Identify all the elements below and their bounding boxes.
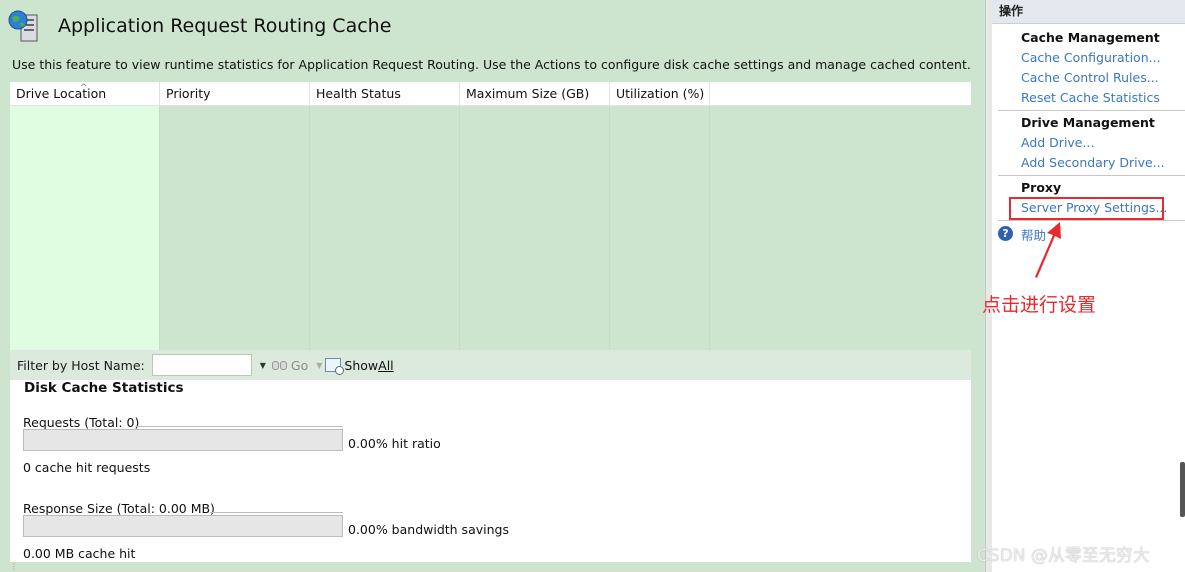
actions-header: 操作 <box>992 0 1185 24</box>
column-header-maximum-size[interactable]: Maximum Size (GB) <box>460 82 610 106</box>
hit-ratio-bar <box>23 429 343 451</box>
sort-ascending-icon: ^ <box>80 83 88 93</box>
annotation-highlight-box <box>1009 197 1164 220</box>
host-name-filter-input[interactable] <box>151 354 252 376</box>
stats-title: Disk Cache Statistics <box>24 380 184 396</box>
server-globe-icon <box>8 9 42 43</box>
annotation-arrow-icon <box>1035 222 1061 278</box>
column-header-priority[interactable]: Priority <box>160 82 310 106</box>
cache-hit-requests-text: 0 cache hit requests <box>23 460 151 475</box>
action-cache-configuration[interactable]: Cache Configuration... <box>1021 50 1161 65</box>
actions-pane: 操作 Cache Management Cache Configuration.… <box>992 0 1185 572</box>
column-header-health-status[interactable]: Health Status <box>310 82 460 106</box>
selected-column-body <box>10 106 160 350</box>
grid-body[interactable] <box>10 106 971 350</box>
show-all-label-accel: All <box>378 357 394 373</box>
filter-label: Filter by Host Name: <box>17 357 145 373</box>
main-pane: Application Request Routing Cache Use th… <box>0 0 985 572</box>
watermark: CSDN @从零至无穷大 <box>977 546 1150 566</box>
group-title-proxy: Proxy <box>1021 180 1062 195</box>
column-body-filler <box>710 106 971 350</box>
page-description: Use this feature to view runtime statist… <box>12 57 971 72</box>
resize-grip-icon[interactable]: ⋮ <box>10 562 18 571</box>
go-button[interactable]: Go <box>271 357 309 373</box>
disk-cache-statistics-panel: Disk Cache Statistics Requests (Total: 0… <box>10 380 971 562</box>
group-title-drive-management: Drive Management <box>1021 115 1155 130</box>
mb-cache-hit-text: 0.00 MB cache hit <box>23 546 136 561</box>
go-label: Go <box>290 357 309 373</box>
action-add-secondary-drive[interactable]: Add Secondary Drive... <box>1021 155 1165 170</box>
page-title: Application Request Routing Cache <box>58 15 392 37</box>
column-body <box>460 106 610 350</box>
binoculars-icon <box>271 358 288 372</box>
bandwidth-savings-bar <box>23 515 343 537</box>
filter-bar: Filter by Host Name: ▼ Go ▼ Show All <box>10 350 971 380</box>
show-all-icon <box>325 358 345 375</box>
column-body <box>160 106 310 350</box>
requests-label: Requests (Total: 0) <box>23 415 140 430</box>
action-reset-cache-statistics[interactable]: Reset Cache Statistics <box>1021 90 1160 105</box>
action-add-drive[interactable]: Add Drive... <box>1021 135 1094 150</box>
go-dropdown-arrow-icon[interactable]: ▼ <box>316 361 322 370</box>
separator-line <box>210 512 343 513</box>
group-title-cache-management: Cache Management <box>1021 30 1160 45</box>
grid-header: ^ Drive Location Priority Health Status … <box>10 82 971 106</box>
scrollbar-thumb[interactable] <box>1180 462 1185 517</box>
pane-splitter[interactable] <box>985 0 992 572</box>
column-header-drive-location[interactable]: ^ Drive Location <box>10 82 160 106</box>
help-icon[interactable]: ? <box>998 226 1013 241</box>
bottom-strip <box>10 562 971 572</box>
response-size-label: Response Size (Total: 0.00 MB) <box>23 501 215 516</box>
column-header-filler <box>710 82 971 106</box>
separator-line <box>135 426 343 427</box>
title-row: Application Request Routing Cache <box>8 8 391 44</box>
filter-dropdown-arrow-icon[interactable]: ▼ <box>260 361 266 370</box>
drive-grid[interactable]: ^ Drive Location Priority Health Status … <box>10 82 971 350</box>
hit-ratio-text: 0.00% hit ratio <box>348 436 441 451</box>
bandwidth-savings-text: 0.00% bandwidth savings <box>348 522 509 537</box>
show-all-label-prefix: Show <box>344 357 379 373</box>
column-header-utilization[interactable]: Utilization (%) <box>610 82 710 106</box>
column-body <box>610 106 710 350</box>
annotation-text: 点击进行设置 <box>982 294 1097 316</box>
column-body <box>310 106 460 350</box>
action-cache-control-rules[interactable]: Cache Control Rules... <box>1021 70 1159 85</box>
group-separator <box>998 175 1185 176</box>
group-separator <box>998 110 1185 111</box>
show-all-button[interactable]: Show All <box>325 357 394 375</box>
column-header-label: Drive Location <box>16 86 107 101</box>
